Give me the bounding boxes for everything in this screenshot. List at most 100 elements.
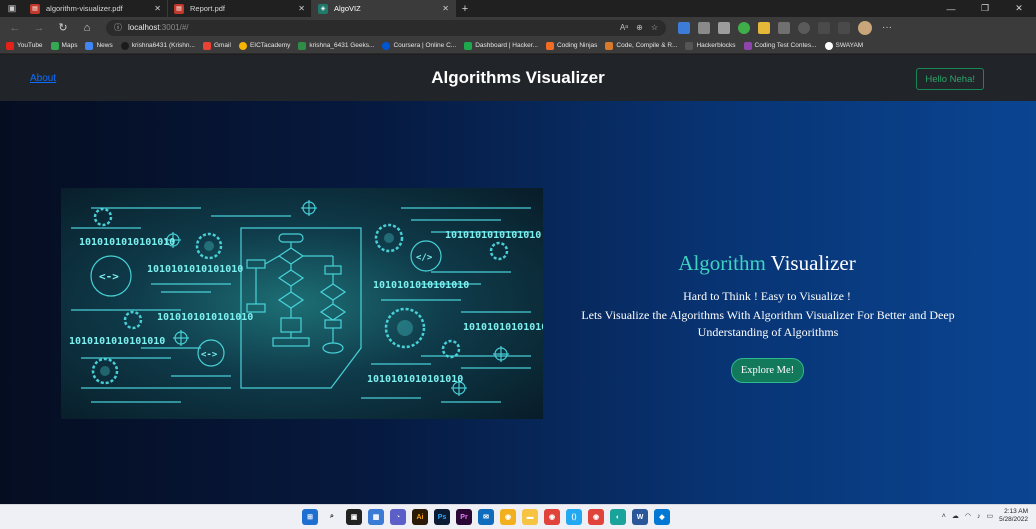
clock[interactable]: 2:13 AM 5/28/2022 bbox=[999, 508, 1028, 524]
read-aloud-icon[interactable]: Aᵃ bbox=[620, 23, 628, 32]
bookmark-coursera[interactable]: Coursera | Online C... bbox=[382, 41, 456, 50]
volume-icon[interactable]: ♪ bbox=[977, 513, 981, 520]
chevron-up-icon[interactable]: ˄ bbox=[942, 513, 946, 520]
tab-algoviz[interactable]: ◈ AlgoVIZ ✕ bbox=[312, 0, 456, 17]
url-input[interactable]: ⓘ localhost:3001/#/ Aᵃ ⊕ ☆ bbox=[106, 19, 666, 36]
wifi-icon[interactable]: ◠ bbox=[965, 512, 971, 520]
clock-time: 2:13 AM bbox=[1004, 508, 1028, 515]
extension-icon[interactable] bbox=[738, 21, 750, 34]
edge-icon[interactable]: ◐ bbox=[610, 509, 626, 525]
binary-text: 1010101010101010 bbox=[79, 237, 175, 248]
clock-date: 5/28/2022 bbox=[999, 516, 1028, 523]
pdf-icon: ▤ bbox=[174, 3, 184, 14]
bookmark-label: Maps bbox=[61, 42, 78, 49]
bookmark-geeks[interactable]: krishna_6431 Geeks... bbox=[298, 41, 374, 50]
news-icon bbox=[85, 41, 94, 50]
code-glyph-text: </> bbox=[416, 253, 433, 263]
extension-icon[interactable] bbox=[798, 21, 810, 34]
address-bar-row: ← → ↻ ⌂ ⓘ localhost:3001/#/ Aᵃ ⊕ ☆ ··· bbox=[0, 17, 1036, 38]
app-favicon-icon: ◈ bbox=[318, 3, 328, 14]
store-icon[interactable]: ◆ bbox=[654, 509, 670, 525]
window-controls: — ❐ ✕ bbox=[934, 0, 1036, 17]
bookmark-label: News bbox=[96, 42, 113, 49]
bookmark-label: Coding Test Contes... bbox=[754, 42, 817, 49]
photoshop-icon[interactable]: Ps bbox=[434, 509, 450, 525]
bookmark-swayam[interactable]: SWAYAM bbox=[824, 41, 864, 50]
battery-icon[interactable]: ▭ bbox=[986, 512, 993, 520]
hero-title-rest: Visualizer bbox=[765, 251, 856, 275]
bookmark-label: SWAYAM bbox=[835, 42, 864, 49]
bookmark-hackerrank[interactable]: Dashboard | Hacker... bbox=[464, 41, 538, 50]
bookmarks-bar: YouTube Maps News krishna6431 (Krishn...… bbox=[0, 38, 1036, 54]
bookmark-codechef[interactable]: Code, Compile & R... bbox=[605, 41, 678, 50]
bookmark-maps[interactable]: Maps bbox=[50, 41, 78, 50]
tab-title: algorithm-visualizer.pdf bbox=[46, 4, 123, 13]
close-icon[interactable]: ✕ bbox=[154, 4, 161, 13]
close-icon[interactable]: ✕ bbox=[442, 4, 449, 13]
extension-icon[interactable] bbox=[678, 21, 690, 34]
close-icon[interactable]: ✕ bbox=[298, 4, 305, 13]
extension-icon[interactable] bbox=[698, 21, 710, 34]
more-options-icon[interactable]: ··· bbox=[882, 22, 892, 33]
bookmark-label: YouTube bbox=[17, 42, 43, 49]
bookmark-label: Gmail bbox=[213, 42, 231, 49]
user-greeting-button[interactable]: Hello Neha! bbox=[916, 68, 984, 90]
chrome-alt-icon[interactable]: ◉ bbox=[588, 509, 604, 525]
file-explorer-icon[interactable]: ▬ bbox=[522, 509, 538, 525]
forward-arrow-icon[interactable]: → bbox=[28, 19, 50, 36]
extensions-bar bbox=[678, 21, 850, 34]
binary-text: 1010101010101010 bbox=[445, 230, 541, 241]
bookmark-label: Dashboard | Hacker... bbox=[475, 42, 538, 49]
collections-icon[interactable] bbox=[838, 21, 850, 34]
extension-icon[interactable] bbox=[718, 21, 730, 34]
profile-avatar[interactable] bbox=[858, 20, 872, 35]
bookmark-news[interactable]: News bbox=[85, 41, 113, 50]
favorites-icon[interactable] bbox=[818, 21, 830, 34]
bookmark-coding-ninjas[interactable]: Coding Ninjas bbox=[545, 41, 597, 50]
chat-icon[interactable]: ◔ bbox=[390, 509, 406, 525]
bookmark-coding-test[interactable]: Coding Test Contes... bbox=[743, 41, 817, 50]
bookmark-label: Code, Compile & R... bbox=[616, 42, 678, 49]
hero-title: Algorithm Visualizer bbox=[560, 251, 974, 276]
bookmark-github[interactable]: krishna6431 (Krishn... bbox=[120, 41, 195, 50]
close-window-icon[interactable]: ✕ bbox=[1002, 0, 1036, 17]
word-icon[interactable]: W bbox=[632, 509, 648, 525]
illustrator-icon[interactable]: Ai bbox=[412, 509, 428, 525]
code-glyph-text: <-> bbox=[99, 270, 119, 283]
tab-report-pdf[interactable]: ▤ Report.pdf ✕ bbox=[168, 0, 312, 17]
info-icon[interactable]: ⓘ bbox=[114, 22, 122, 33]
binary-text: 1010101010101010 bbox=[157, 312, 253, 323]
code-glyph-text: <-> bbox=[201, 350, 218, 360]
start-icon[interactable]: ⊞ bbox=[302, 509, 318, 525]
refresh-icon[interactable]: ↻ bbox=[52, 19, 74, 36]
new-tab-plus-icon[interactable]: + bbox=[456, 3, 474, 15]
minimize-icon[interactable]: — bbox=[934, 0, 968, 17]
binary-text: 1010101010101010 bbox=[367, 374, 463, 385]
bookmark-hackerblocks[interactable]: Hackerblocks bbox=[685, 41, 736, 50]
chrome-icon[interactable]: ◉ bbox=[500, 509, 516, 525]
bookmark-youtube[interactable]: YouTube bbox=[6, 41, 43, 50]
tab-algorithm-visualizer-pdf[interactable]: ▤ algorithm-visualizer.pdf ✕ bbox=[24, 0, 168, 17]
mail-icon[interactable]: ✉ bbox=[478, 509, 494, 525]
bookmark-eictacademy[interactable]: EICTacademy bbox=[238, 41, 290, 50]
extension-icon[interactable] bbox=[778, 21, 790, 34]
back-arrow-icon[interactable]: ← bbox=[4, 19, 26, 36]
vscode-icon[interactable]: ⟨⟩ bbox=[566, 509, 582, 525]
task-view-icon[interactable]: ▣ bbox=[346, 509, 362, 525]
tab-actions-icon[interactable]: ▣ bbox=[0, 0, 24, 17]
home-icon[interactable]: ⌂ bbox=[76, 19, 98, 36]
bookmark-label: Hackerblocks bbox=[696, 42, 736, 49]
chrome-profile-icon[interactable]: ◉ bbox=[544, 509, 560, 525]
coursera-icon bbox=[382, 41, 391, 50]
premiere-icon[interactable]: Pr bbox=[456, 509, 472, 525]
favorite-add-icon[interactable]: ☆ bbox=[651, 23, 658, 32]
bookmark-gmail[interactable]: Gmail bbox=[202, 41, 231, 50]
zoom-icon[interactable]: ⊕ bbox=[636, 23, 643, 32]
extension-icon[interactable] bbox=[758, 21, 770, 34]
widgets-icon[interactable]: ▦ bbox=[368, 509, 384, 525]
explore-button[interactable]: Explore Me! bbox=[731, 358, 804, 383]
geeksforgeeks-icon bbox=[298, 41, 307, 50]
restore-icon[interactable]: ❐ bbox=[968, 0, 1002, 17]
weather-icon[interactable]: ☁ bbox=[952, 512, 959, 520]
search-icon[interactable]: ⌕ bbox=[324, 509, 340, 525]
